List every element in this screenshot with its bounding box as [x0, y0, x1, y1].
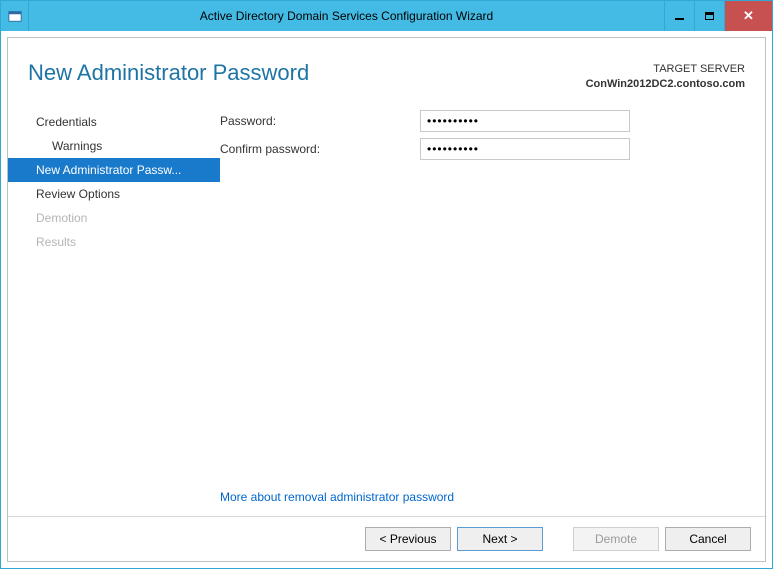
window-controls: ✕	[664, 1, 772, 31]
demote-button: Demote	[573, 527, 659, 551]
minimize-button[interactable]	[664, 1, 694, 31]
window-title: Active Directory Domain Services Configu…	[29, 9, 664, 23]
password-label: Password:	[220, 114, 420, 128]
target-server-block: TARGET SERVER ConWin2012DC2.contoso.com	[586, 60, 745, 92]
step-warnings[interactable]: Warnings	[8, 134, 220, 158]
target-server-label: TARGET SERVER	[586, 62, 745, 77]
confirm-password-input[interactable]	[420, 138, 630, 160]
step-new-admin-password[interactable]: New Administrator Passw...	[8, 158, 220, 182]
wizard-window: Active Directory Domain Services Configu…	[0, 0, 773, 569]
body-row: Credentials Warnings New Administrator P…	[8, 98, 765, 516]
next-button[interactable]: Next >	[457, 527, 543, 551]
password-row: Password:	[220, 110, 745, 132]
titlebar: Active Directory Domain Services Configu…	[1, 1, 772, 31]
form-area: Password: Confirm password: More about r…	[220, 106, 765, 516]
target-server-value: ConWin2012DC2.contoso.com	[586, 77, 745, 92]
step-review-options[interactable]: Review Options	[8, 182, 220, 206]
step-demotion: Demotion	[8, 206, 220, 230]
previous-button[interactable]: < Previous	[365, 527, 451, 551]
more-about-link[interactable]: More about removal administrator passwor…	[220, 490, 454, 504]
step-results: Results	[8, 230, 220, 254]
cancel-button[interactable]: Cancel	[665, 527, 751, 551]
minimize-icon	[675, 18, 684, 20]
confirm-password-row: Confirm password:	[220, 138, 745, 160]
button-gap	[549, 527, 567, 551]
maximize-button[interactable]	[694, 1, 724, 31]
client-area: New Administrator Password TARGET SERVER…	[7, 37, 766, 562]
step-credentials[interactable]: Credentials	[8, 110, 220, 134]
maximize-icon	[705, 12, 714, 20]
header-row: New Administrator Password TARGET SERVER…	[8, 38, 765, 98]
app-icon	[1, 1, 29, 31]
close-button[interactable]: ✕	[724, 1, 772, 31]
confirm-password-label: Confirm password:	[220, 142, 420, 156]
page-title: New Administrator Password	[28, 60, 309, 92]
button-bar: < Previous Next > Demote Cancel	[8, 516, 765, 561]
close-icon: ✕	[743, 8, 754, 24]
password-input[interactable]	[420, 110, 630, 132]
wizard-steps: Credentials Warnings New Administrator P…	[8, 106, 220, 516]
